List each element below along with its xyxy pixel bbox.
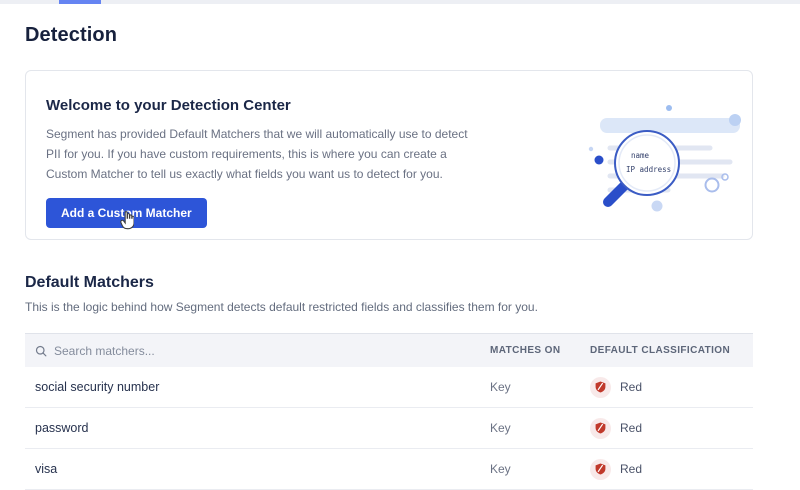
default-matchers-subtitle: This is the logic behind how Segment det… [25, 300, 538, 314]
search-icon [35, 345, 47, 357]
classification-badge [590, 377, 611, 398]
tab-bar [0, 0, 800, 4]
add-custom-matcher-button[interactable]: Add a Custom Matcher [46, 198, 207, 228]
welcome-card: Welcome to your Detection Center Segment… [25, 70, 753, 240]
search-cell [25, 344, 490, 358]
matcher-name: visa [25, 462, 490, 476]
column-header-default-classification: Default Classification [590, 345, 753, 356]
classification-label: Red [620, 421, 642, 435]
classification-badge [590, 418, 611, 439]
classification-label: Red [620, 380, 642, 394]
matcher-name: social security number [25, 380, 490, 394]
dot-small-blue [666, 105, 672, 111]
matcher-matches-on: Key [490, 462, 590, 476]
dot-light-blue [729, 114, 741, 126]
detection-page: Detection Welcome to your Detection Cent… [0, 0, 800, 475]
table-row: social security number Key Red [25, 367, 753, 408]
magnifier-label-ip: IP address [626, 165, 671, 174]
search-matchers-input[interactable] [54, 344, 354, 358]
page-title: Detection [25, 24, 117, 47]
matcher-classification: Red [590, 418, 753, 439]
table-header: Matches On Default Classification [25, 334, 753, 367]
shield-icon [595, 422, 606, 434]
table-row: password Key Red [25, 408, 753, 449]
shield-icon [595, 463, 606, 475]
active-tab-indicator[interactable] [59, 0, 101, 4]
column-header-matches-on: Matches On [490, 345, 590, 356]
shield-icon [595, 381, 606, 393]
classification-badge [590, 459, 611, 480]
welcome-description: Segment has provided Default Matchers th… [46, 124, 478, 184]
magnifier-label-name: name [631, 151, 650, 160]
table-row: visa Key Red [25, 449, 753, 490]
default-matchers-heading: Default Matchers [25, 274, 154, 292]
classification-label: Red [620, 462, 642, 476]
matchers-table: Matches On Default Classification social… [25, 333, 753, 490]
dot-dark-blue [595, 156, 604, 165]
detection-illustration: name IP address [572, 85, 752, 225]
matcher-matches-on: Key [490, 421, 590, 435]
magnifier-glass [615, 131, 679, 195]
matcher-name: password [25, 421, 490, 435]
matcher-classification: Red [590, 377, 753, 398]
matcher-matches-on: Key [490, 380, 590, 394]
matcher-classification: Red [590, 459, 753, 480]
welcome-heading: Welcome to your Detection Center [46, 97, 291, 114]
